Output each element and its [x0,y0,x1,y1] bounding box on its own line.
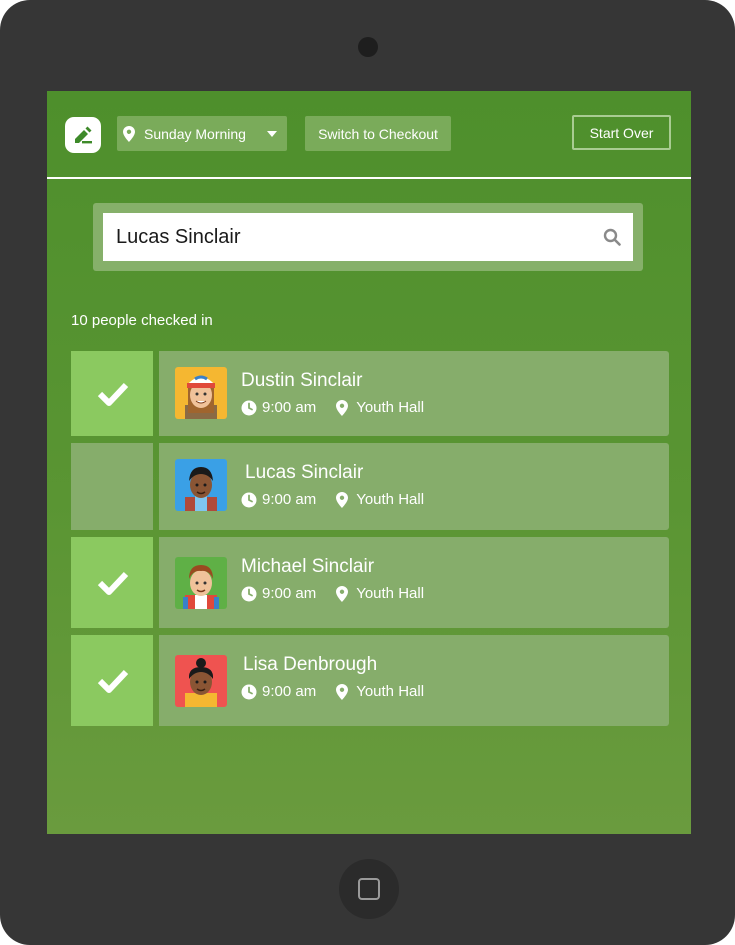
check-in-time: 9:00 am [262,399,317,416]
home-square-icon [358,878,380,900]
person-meta: 9:00 am Youth Hall [241,585,424,602]
clock-icon [241,586,257,602]
room-name: Youth Hall [356,491,425,508]
pencil-icon [75,126,92,144]
location-select-label: Sunday Morning [144,125,246,142]
person-card[interactable]: Michael Sinclair 9:00 am Youth Hall [159,537,669,628]
map-pin-icon [336,399,349,416]
checkmark-icon [97,669,129,693]
map-pin-icon [123,125,135,142]
search-box [103,213,633,261]
room-name: Youth Hall [356,683,425,700]
avatar [175,367,227,419]
person-meta: 9:00 am Youth Hall [241,399,424,416]
search-icon[interactable] [603,228,621,251]
switch-to-checkout-button[interactable]: Switch to Checkout [305,116,451,151]
person-meta: 9:00 am Youth Hall [241,683,424,700]
person-meta: 9:00 am Youth Hall [241,491,424,508]
check-in-time: 9:00 am [262,683,317,700]
room-name: Youth Hall [356,399,425,416]
map-pin-icon [336,491,349,508]
map-pin-icon [336,585,349,602]
checked-in-count: 10 people checked in [71,312,213,329]
avatar [175,459,227,511]
camera [358,37,378,57]
person-name: Dustin Sinclair [241,370,363,391]
person-name: Michael Sinclair [241,556,375,577]
search-input[interactable] [103,213,583,261]
clock-icon [241,400,257,416]
avatar [175,655,227,707]
home-button[interactable] [339,859,399,919]
checkmark-icon [97,382,129,406]
check-in-time: 9:00 am [262,491,317,508]
app-logo[interactable] [65,117,101,153]
search-panel [93,203,643,271]
clock-icon [241,492,257,508]
check-in-time: 9:00 am [262,585,317,602]
checkmark-icon [97,571,129,595]
person-row: Michael Sinclair 9:00 am Youth Hall [71,537,669,628]
person-card[interactable]: Lisa Denbrough 9:00 am Youth Hall [159,635,669,726]
chevron-down-icon [267,131,277,137]
location-select[interactable]: Sunday Morning [117,116,287,151]
map-pin-icon [336,683,349,700]
check-in-toggle[interactable] [71,635,153,726]
start-over-button[interactable]: Start Over [572,115,671,150]
avatar [175,557,227,609]
check-in-toggle[interactable] [71,537,153,628]
person-name: Lisa Denbrough [243,654,378,675]
clock-icon [241,684,257,700]
person-card[interactable]: Lucas Sinclair 9:00 am Youth Hall [159,443,669,530]
person-row: Dustin Sinclair 9:00 am Youth Hall [71,351,669,436]
check-in-screen: Sunday Morning Switch to Checkout Start … [47,91,691,834]
top-bar: Sunday Morning Switch to Checkout Start … [47,91,691,179]
room-name: Youth Hall [356,585,425,602]
person-row: Lucas Sinclair 9:00 am Youth Hall [71,443,669,530]
tablet-frame: Sunday Morning Switch to Checkout Start … [0,0,735,945]
person-name: Lucas Sinclair [245,462,364,483]
person-card[interactable]: Dustin Sinclair 9:00 am Youth Hall [159,351,669,436]
check-in-toggle[interactable] [71,351,153,436]
check-in-toggle[interactable] [71,443,153,530]
person-row: Lisa Denbrough 9:00 am Youth Hall [71,635,669,726]
